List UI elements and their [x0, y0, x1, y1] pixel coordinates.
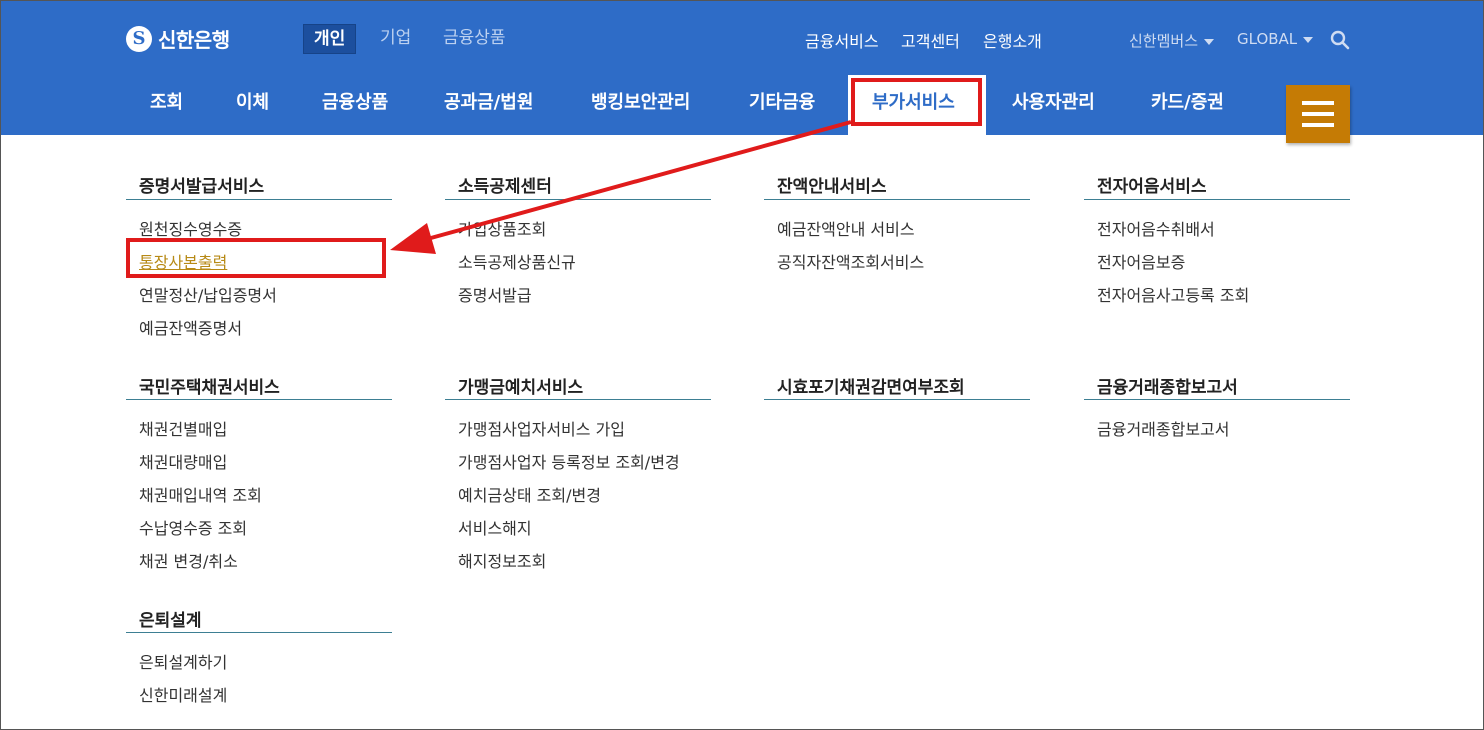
gnb-transfer[interactable]: 이체 [236, 88, 269, 114]
hamburger-icon-bar [1302, 123, 1334, 127]
section-divider [445, 399, 711, 400]
menu-item-deposit-balance-notice[interactable]: 예금잔액안내 서비스 [777, 216, 915, 240]
menu-item-certificate-issue[interactable]: 증명서발급 [458, 282, 532, 306]
menu-item-escrow-status[interactable]: 예치금상태 조회/변경 [458, 482, 601, 506]
caret-down-icon [1303, 36, 1314, 43]
dropdown-label: GLOBAL [1237, 30, 1298, 48]
menu-item-retirement-plan[interactable]: 은퇴설계하기 [139, 649, 227, 673]
hamburger-icon-bar [1302, 112, 1334, 116]
segment-products[interactable]: 금융상품 [443, 24, 506, 52]
menu-item-e-bill-endorse[interactable]: 전자어음수취배서 [1097, 216, 1215, 240]
highlight-box-gnb [851, 78, 982, 126]
section-title-franchise-escrow[interactable]: 가맹금예치서비스 [458, 373, 583, 398]
logo[interactable]: 신한은행 [126, 24, 230, 53]
section-divider [1084, 399, 1350, 400]
gnb-other-finance[interactable]: 기타금융 [749, 88, 815, 114]
menu-item-receipt-inquiry[interactable]: 수납영수증 조회 [139, 515, 247, 539]
section-divider [126, 632, 392, 633]
section-title-retirement[interactable]: 은퇴설계 [139, 606, 202, 631]
menu-item-balance-certificate[interactable]: 예금잔액증명서 [139, 315, 242, 339]
menu-item-official-balance[interactable]: 공직자잔액조회서비스 [777, 249, 924, 273]
menu-item-e-bill-accident[interactable]: 전자어음사고등록 조회 [1097, 282, 1249, 306]
menu-item-termination-info[interactable]: 해지정보조회 [458, 548, 546, 572]
global-header: 신한은행 개인 기업 금융상품 금융서비스 고객센터 은행소개 신한멤버스 GL… [0, 0, 1484, 143]
section-divider [445, 199, 711, 200]
section-title-housing-bond[interactable]: 국민주택채권서비스 [139, 373, 280, 398]
search-icon[interactable] [1330, 30, 1350, 50]
section-divider [1084, 199, 1350, 200]
dropdown-label: 신한멤버스 [1129, 32, 1199, 50]
menu-item-shinhan-future-plan[interactable]: 신한미래설계 [139, 682, 227, 706]
caret-down-icon [1204, 38, 1215, 45]
gnb-card-securities[interactable]: 카드/증권 [1151, 88, 1224, 114]
util-link-customer-center[interactable]: 고객센터 [901, 28, 960, 52]
menu-item-year-end-settlement[interactable]: 연말정산/납입증명서 [139, 282, 277, 306]
section-divider [126, 399, 392, 400]
all-menu-button[interactable] [1286, 85, 1350, 143]
gnb-user-management[interactable]: 사용자관리 [1012, 88, 1095, 114]
util-link-bank-intro[interactable]: 은행소개 [983, 28, 1042, 52]
section-title-income-deduction[interactable]: 소득공제센터 [458, 172, 552, 197]
shinhan-logo-icon [126, 25, 152, 52]
menu-item-e-bill-guarantee[interactable]: 전자어음보증 [1097, 249, 1185, 273]
section-title-financial-report[interactable]: 금융거래종합보고서 [1097, 373, 1238, 398]
segment-personal[interactable]: 개인 [303, 24, 357, 54]
gnb-products[interactable]: 금융상품 [322, 88, 388, 114]
menu-item-bond-change-cancel[interactable]: 채권 변경/취소 [139, 548, 238, 572]
highlight-box-passbook-copy [126, 238, 386, 278]
section-divider [126, 199, 392, 200]
section-title-balance-notice[interactable]: 잔액안내서비스 [777, 172, 886, 197]
menu-item-withholding-receipt[interactable]: 원천징수영수증 [139, 216, 242, 240]
dropdown-global[interactable]: GLOBAL [1237, 30, 1314, 48]
menu-item-bond-history[interactable]: 채권매입내역 조회 [139, 482, 262, 506]
menu-item-franchise-join[interactable]: 가맹점사업자서비스 가입 [458, 416, 625, 440]
menu-item-financial-report[interactable]: 금융거래종합보고서 [1097, 416, 1229, 440]
section-title-certificates[interactable]: 증명서발급서비스 [139, 172, 264, 197]
hamburger-icon-bar [1302, 101, 1334, 105]
menu-item-service-termination[interactable]: 서비스해지 [458, 515, 532, 539]
menu-item-deduction-new[interactable]: 소득공제상품신규 [458, 249, 576, 273]
menu-item-bond-single[interactable]: 채권건별매입 [139, 416, 227, 440]
menu-item-franchise-info[interactable]: 가맹점사업자 등록정보 조회/변경 [458, 449, 680, 473]
dropdown-shinhan-members[interactable]: 신한멤버스 [1129, 30, 1215, 51]
util-link-financial-service[interactable]: 금융서비스 [805, 28, 879, 52]
menu-item-subscribed-products[interactable]: 가입상품조회 [458, 216, 546, 240]
gnb-banking-security[interactable]: 뱅킹보안관리 [591, 88, 690, 114]
section-title-e-bill[interactable]: 전자어음서비스 [1097, 172, 1206, 197]
menu-item-bond-bulk[interactable]: 채권대량매입 [139, 449, 227, 473]
section-divider [764, 399, 1030, 400]
gnb-inquiry[interactable]: 조회 [150, 88, 183, 114]
gnb-utility-court[interactable]: 공과금/법원 [444, 88, 533, 114]
section-title-prescription-waiver[interactable]: 시효포기채권감면여부조회 [777, 373, 965, 398]
segment-corporate[interactable]: 기업 [380, 24, 411, 52]
brand-name: 신한은행 [158, 28, 230, 52]
section-divider [764, 199, 1030, 200]
